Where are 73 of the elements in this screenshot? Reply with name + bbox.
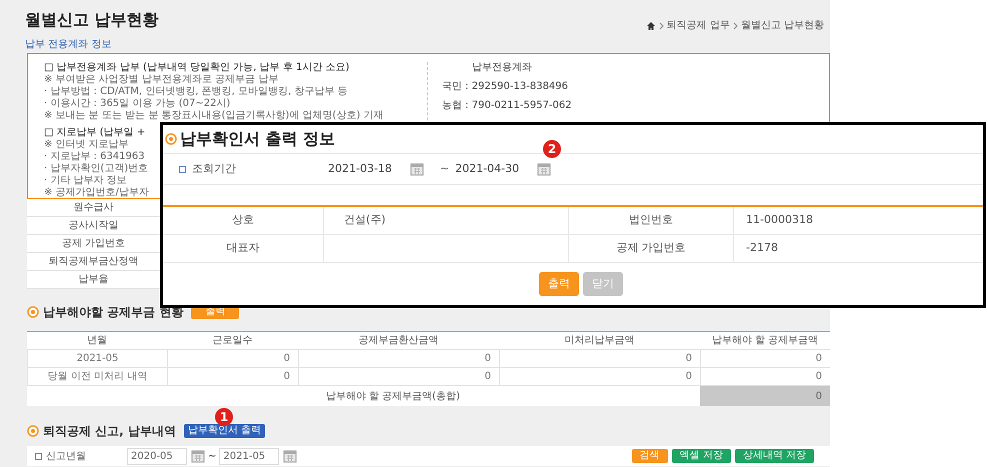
row-label: 공제 가입번호 — [27, 235, 160, 252]
date-field[interactable]: 2021-05 — [219, 448, 280, 464]
table-cell: 2021-05 — [27, 350, 167, 367]
table-cell: 0 — [499, 368, 700, 385]
column-header: 년월 — [86, 334, 108, 348]
bullet-icon — [27, 425, 39, 437]
row-label: 퇴직공제부금산정액 — [27, 253, 160, 270]
date-field[interactable]: 2021-04-30 — [455, 160, 538, 178]
callout-marker: 2 — [543, 140, 561, 158]
page-title: 월별신고 납부현황 — [25, 9, 159, 31]
chevron-icon — [658, 22, 664, 30]
row-label: 공사시작일 — [27, 217, 160, 234]
bullet-icon — [27, 306, 39, 318]
range-separator: ~ — [440, 160, 450, 177]
info-line: · 납부자확인(고객)번호 — [44, 163, 148, 175]
accounts-heading: 납부전용계좌 — [471, 61, 533, 75]
section-title: 퇴직공제 신고, 납부내역 — [43, 423, 176, 440]
table-cell: 0 — [700, 350, 830, 367]
row-label: 원수급사 — [27, 199, 160, 216]
info-line: ※ 인터넷 지로납부 — [44, 139, 129, 151]
dialog-title: 납부확인서 출력 정보 — [180, 128, 336, 150]
column-header: 납부해야 할 공제부금액 — [710, 334, 820, 348]
info-heading: □ 납부전용계좌 납부 (납부내역 당일확인 가능, 납부 후 1시간 소요) — [44, 62, 350, 74]
field-value: 건설(주) — [323, 207, 568, 234]
total-label: 납부해야 할 공제부금액(총합) — [324, 390, 461, 404]
save-button[interactable]: 엑셀 저장 — [672, 449, 731, 463]
info-line: ※ 부여받은 사업장별 납부전용계좌로 공제부금 납부 — [44, 74, 278, 86]
info-line: · 기타 납부자 정보 — [44, 175, 127, 187]
info-line: · 지로납부 : 6341963 — [44, 151, 145, 163]
field-label: 대표자 — [226, 240, 260, 256]
date-field[interactable]: 2021-03-18 — [328, 160, 410, 178]
field-label: 법인번호 — [568, 207, 733, 234]
info-line: · 납부방법 : CD/ATM, 인터넷뱅킹, 폰뱅킹, 모바일뱅킹, 창구납부 등 — [44, 86, 348, 98]
calendar-icon[interactable] — [410, 162, 424, 176]
field-label: 공제 가입번호 — [568, 235, 733, 262]
print-confirmation-button[interactable]: 납부확인서 출력 — [184, 424, 266, 438]
calendar-icon[interactable] — [537, 162, 552, 176]
row-label: 납부율 — [27, 271, 160, 288]
info-line: · 이용시간 : 365일 이용 가능 (07~22시) — [44, 98, 230, 110]
field-value: -2178 — [733, 235, 983, 262]
table-cell: 0 — [700, 368, 830, 385]
chevron-icon — [732, 22, 738, 30]
save-button[interactable]: 상세내역 저장 — [734, 449, 814, 463]
square-bullet-icon — [179, 166, 186, 172]
table-cell: 0 — [499, 350, 700, 367]
table-cell: 0 — [167, 368, 298, 385]
calendar-icon[interactable] — [283, 449, 298, 463]
field-value: 11-0000318 — [733, 207, 983, 234]
home-icon[interactable] — [646, 20, 656, 30]
breadcrumb-link[interactable]: 퇴직공제 업무 — [666, 18, 730, 33]
field-label: 상호 — [231, 212, 255, 228]
info-line: ※ 보내는 분 또는 받는 분 통장표시내용(입금기록사항)에 업체명(상호) 기재 — [44, 110, 384, 122]
breadcrumb-link[interactable]: 월별신고 납부현황 — [740, 18, 824, 33]
date-field[interactable]: 2020-05 — [127, 448, 187, 464]
range-separator: ~ — [208, 450, 216, 464]
account-number: 국민 : 292590-13-838496 — [442, 80, 570, 94]
info-heading: □ 지로납부 (납부일 + — [44, 127, 146, 139]
table-cell: 당월 이전 미처리 내역 — [27, 368, 167, 385]
table-cell: 0 — [298, 350, 499, 367]
column-header: 공제부금환산금액 — [358, 334, 440, 348]
period-label: 조회기간 — [192, 160, 236, 177]
calendar-icon[interactable] — [191, 449, 205, 463]
total-value: 0 — [700, 386, 830, 406]
table-cell: 0 — [298, 368, 499, 385]
callout-marker: 1 — [215, 408, 233, 426]
column-header: 근로일수 — [212, 334, 254, 348]
filter-label: 신고년월 — [46, 450, 86, 464]
info-line: ※ 공제가입번호/납부자 — [44, 187, 149, 199]
bullet-icon — [165, 133, 177, 145]
column-header: 미처리납부금액 — [564, 334, 636, 348]
table-cell: 0 — [167, 350, 298, 367]
square-bullet-icon — [35, 452, 42, 460]
account-number: 농협 : 790-0211-5957-062 — [442, 99, 572, 113]
